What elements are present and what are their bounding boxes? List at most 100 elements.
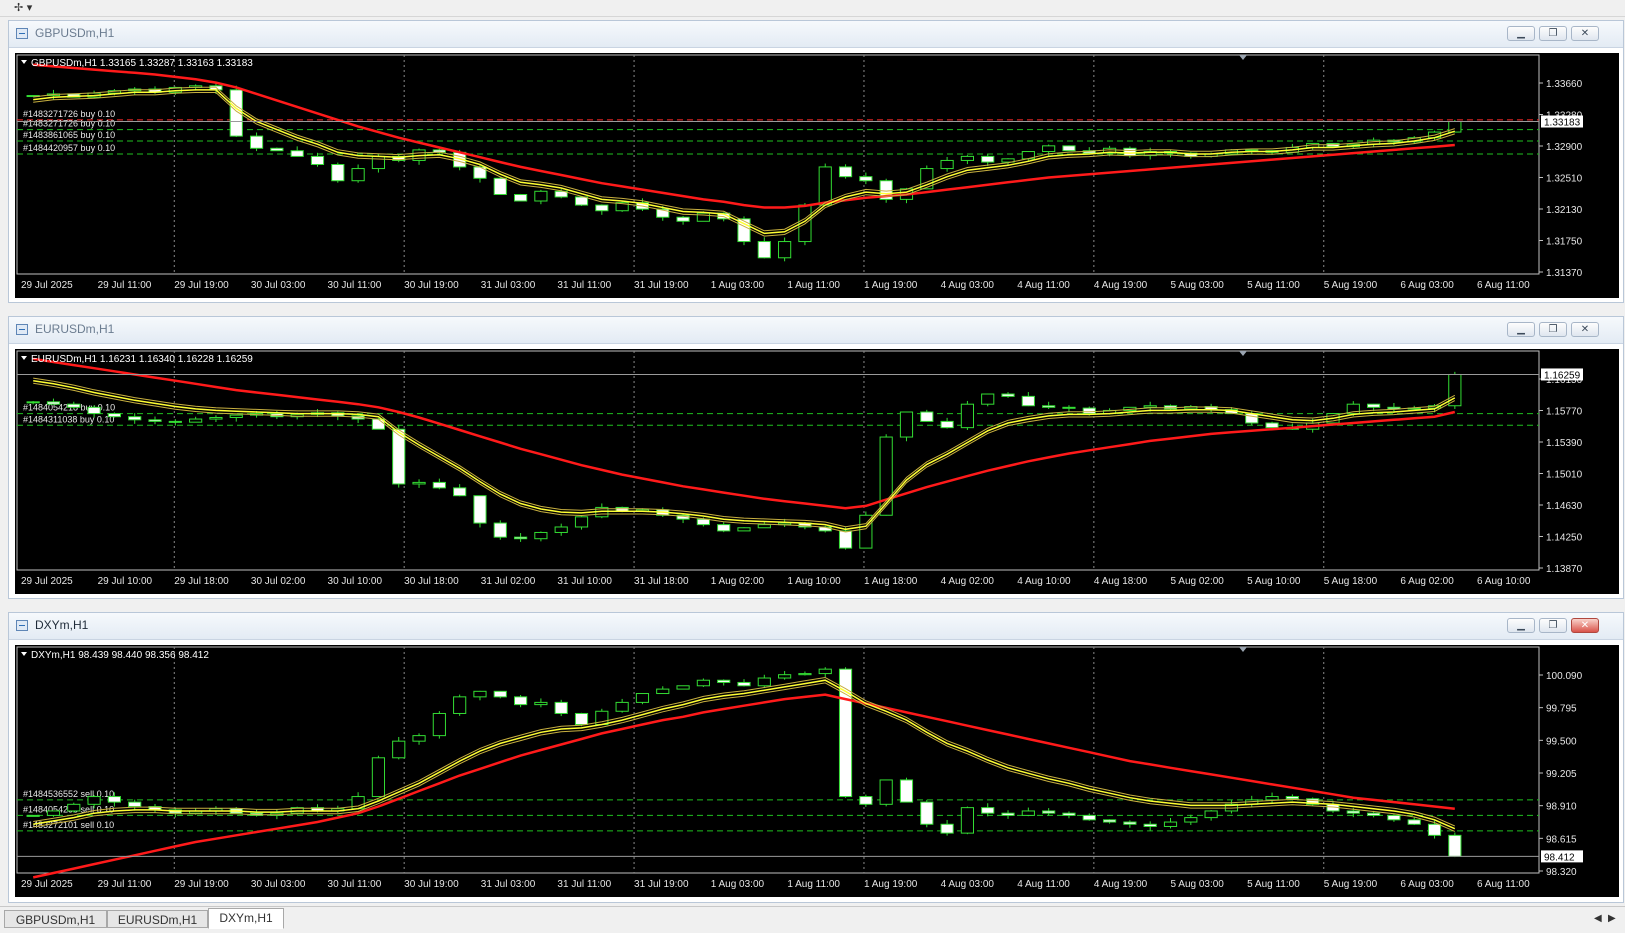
price-tick-label: 1.32900 (1546, 142, 1583, 153)
candle-body (940, 823, 954, 834)
chart-window-gbpusd[interactable]: GBPUSDm,H1 ▁ ❐ ✕ 29 Jul 2025 29 Jul 11:00… (8, 20, 1624, 303)
candle-body (1387, 814, 1401, 821)
candle-body (1042, 145, 1056, 153)
candlestick-chart[interactable]: 29 Jul 2025 29 Jul 10:00 29 Jul 18:00 30 Ju… (15, 349, 1619, 594)
candle-body (67, 803, 81, 812)
maximize-button[interactable]: ❐ (1539, 26, 1567, 41)
candle-body (574, 196, 589, 206)
header-dropdown-icon (21, 60, 27, 64)
time-tick-label: 30 Jul 03:00 (251, 280, 306, 291)
time-tick-label: 1 Aug 11:00 (787, 879, 840, 890)
time-tick-label: 4 Aug 03:00 (941, 879, 995, 890)
window-titlebar[interactable]: GBPUSDm,H1 ▁ ❐ ✕ (9, 21, 1623, 48)
tab-eurusd[interactable]: EURUSDm,H1 (107, 910, 208, 928)
candle-body (1143, 823, 1157, 827)
tab-dxy[interactable]: DXYm,H1 (208, 908, 284, 929)
candle-body (859, 514, 873, 549)
candle-body (737, 681, 751, 687)
time-tick-label: 4 Aug 03:00 (941, 280, 995, 291)
candle-body (392, 740, 406, 759)
time-tick-label: 6 Aug 10:00 (1477, 576, 1531, 587)
candle-body (249, 135, 264, 149)
tab-scroll-left-icon[interactable]: ◀ (1594, 913, 1602, 924)
time-tick-label: 1 Aug 03:00 (711, 280, 765, 291)
time-tick-label: 29 Jul 2025 (21, 280, 73, 291)
candle-body (1367, 403, 1381, 408)
candle-body (859, 796, 873, 805)
candle-body (87, 406, 101, 415)
tab-scroll-right-icon[interactable]: ▶ (1608, 913, 1616, 924)
close-button[interactable]: ✕ (1571, 26, 1599, 41)
candle-body (453, 487, 467, 497)
chart-plot-area[interactable]: 29 Jul 2025 29 Jul 10:00 29 Jul 18:00 30 Ju… (15, 349, 1619, 594)
crosshair-tool-icon[interactable]: ✢ ▾ (14, 1, 42, 14)
time-tick-label: 4 Aug 02:00 (941, 576, 995, 587)
candle-body (595, 204, 609, 212)
candle-body (574, 516, 589, 528)
candle-body (493, 522, 507, 538)
time-tick-label: 6 Aug 02:00 (1400, 576, 1454, 587)
candle-body (554, 701, 568, 714)
price-tick-label: 1.15770 (1546, 407, 1583, 418)
minimize-button[interactable]: ▁ (1507, 322, 1535, 337)
chart-header: DXYm,H1 98.439 98.440 98.356 98.412 (31, 650, 209, 661)
price-tick-label: 99.500 (1546, 736, 1577, 747)
candle-body (128, 416, 142, 421)
chart-plot-area[interactable]: 29 Jul 2025 29 Jul 11:00 29 Jul 19:00 30 Ju… (15, 645, 1619, 897)
minimize-button[interactable]: ▁ (1507, 618, 1535, 633)
candle-body (189, 418, 203, 423)
price-tick-label: 1.13870 (1546, 564, 1583, 575)
maximize-button[interactable]: ❐ (1539, 322, 1567, 337)
candle-body (676, 685, 690, 690)
candle-body (107, 413, 121, 418)
chart-window-dxy[interactable]: DXYm,H1 ▁ ❐ ✕ 29 Jul 2025 29 Jul 11:00 29 … (8, 612, 1624, 903)
candle-body (128, 801, 142, 808)
chart-header: GBPUSDm,H1 1.33165 1.33287 1.33163 1.331… (31, 58, 253, 69)
price-tick-label: 1.14250 (1546, 533, 1583, 544)
header-dropdown-icon (21, 652, 27, 656)
window-title: GBPUSDm,H1 (35, 26, 115, 40)
candle-body (270, 147, 284, 152)
close-button[interactable]: ✕ (1571, 618, 1599, 633)
candle-body (513, 536, 528, 540)
price-tick-label: 98.615 (1546, 834, 1577, 845)
candle-body (981, 393, 995, 405)
chart-window-eurusd[interactable]: EURUSDm,H1 ▁ ❐ ✕ 29 Jul 2025 29 Jul 10:00… (8, 316, 1624, 599)
candle-body (920, 801, 934, 825)
candle-body (229, 89, 243, 137)
chart-plot-area[interactable]: 29 Jul 2025 29 Jul 11:00 29 Jul 19:00 30 Ju… (15, 53, 1619, 298)
minimize-button[interactable]: ▁ (1507, 26, 1535, 41)
candle-body (534, 190, 548, 202)
ema-slow-line (32, 693, 1455, 879)
candle-body (1021, 810, 1035, 816)
maximize-button[interactable]: ❐ (1539, 618, 1567, 633)
candle-body (717, 679, 731, 683)
candle-body (899, 411, 914, 438)
ema-band-line (33, 86, 1455, 232)
candle-body (513, 194, 528, 202)
candle-body (656, 688, 670, 695)
price-tick-label: 1.31370 (1546, 268, 1583, 279)
tab-gbpusd[interactable]: GBPUSDm,H1 (4, 910, 107, 928)
ema-fast-line (33, 679, 1456, 830)
plot-border (16, 350, 1540, 571)
candle-body (331, 164, 345, 182)
ema-fast-line (33, 379, 1456, 531)
window-titlebar[interactable]: EURUSDm,H1 ▁ ❐ ✕ (9, 317, 1623, 344)
candle-body (432, 712, 446, 737)
candle-body (412, 481, 426, 485)
time-tick-label: 5 Aug 02:00 (1170, 576, 1224, 587)
price-tick-label: 1.32130 (1546, 205, 1583, 216)
candle-body (574, 712, 589, 726)
candlestick-chart[interactable]: 29 Jul 2025 29 Jul 11:00 29 Jul 19:00 30 Ju… (15, 53, 1619, 298)
time-tick-label: 6 Aug 03:00 (1400, 280, 1454, 291)
candle-body (778, 674, 792, 679)
window-titlebar[interactable]: DXYm,H1 ▁ ❐ ✕ (9, 613, 1623, 640)
time-tick-label: 30 Jul 11:00 (328, 280, 382, 291)
time-tick-label: 30 Jul 10:00 (328, 576, 383, 587)
plot-border (16, 646, 1540, 874)
ema-band-line (33, 382, 1456, 533)
candle-body (757, 524, 771, 529)
candlestick-chart[interactable]: 29 Jul 2025 29 Jul 11:00 29 Jul 19:00 30 Ju… (15, 645, 1619, 897)
close-button[interactable]: ✕ (1571, 322, 1599, 337)
